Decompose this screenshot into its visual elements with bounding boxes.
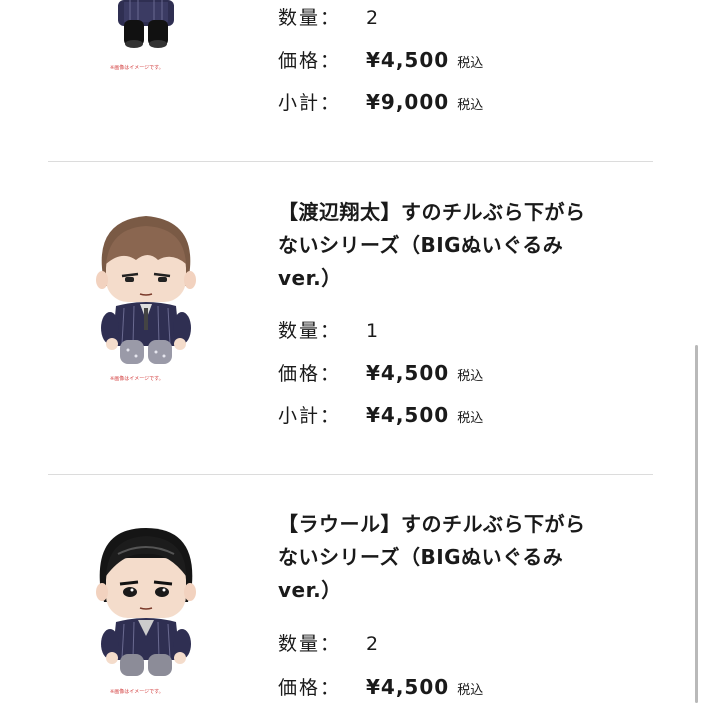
- price-row: 価格： ¥4,500 税込: [278, 48, 483, 76]
- product-title-line: ver.）: [278, 266, 342, 290]
- product-image[interactable]: [88, 524, 204, 682]
- quantity-value: 1: [366, 320, 379, 342]
- product-title[interactable]: 【ラウール】すのチルぶら下がら ないシリーズ（BIGぬいぐるみ ver.）: [278, 508, 658, 607]
- price-value: ¥4,500: [366, 675, 450, 699]
- quantity-label: 数量：: [278, 633, 342, 655]
- quantity-value: 2: [366, 7, 379, 29]
- item-divider: [48, 161, 653, 162]
- tax-label: 税込: [457, 56, 484, 71]
- plush-doll-image: [118, 0, 174, 48]
- image-note: ※画像はイメージです。: [110, 689, 164, 695]
- product-title[interactable]: 【渡辺翔太】すのチルぶら下がら ないシリーズ（BIGぬいぐるみ ver.）: [278, 196, 658, 295]
- image-note: ※画像はイメージです。: [110, 65, 164, 71]
- product-image[interactable]: [88, 210, 204, 370]
- quantity-value: 2: [366, 633, 379, 655]
- price-value: ¥4,500: [366, 361, 450, 385]
- image-note: ※画像はイメージです。: [110, 376, 164, 382]
- tax-label: 税込: [457, 369, 484, 384]
- subtotal-label: 小計：: [278, 405, 342, 427]
- price-label: 価格：: [278, 677, 342, 699]
- price-label: 価格：: [278, 50, 342, 72]
- product-title-line: 【ラウール】すのチルぶら下がら: [278, 512, 586, 536]
- tax-label: 税込: [457, 98, 484, 113]
- scrollbar[interactable]: [695, 345, 698, 703]
- subtotal-value: ¥9,000: [366, 90, 450, 114]
- quantity-row: 数量： 2: [278, 632, 378, 656]
- price-value: ¥4,500: [366, 48, 450, 72]
- price-row: 価格： ¥4,500 税込: [278, 361, 483, 389]
- subtotal-label: 小計：: [278, 92, 342, 114]
- quantity-row: 数量： 2: [278, 6, 378, 30]
- product-title-line: 【渡辺翔太】すのチルぶら下がら: [278, 200, 586, 224]
- product-title-line: ないシリーズ（BIGぬいぐるみ: [278, 233, 564, 257]
- tax-label: 税込: [457, 683, 484, 698]
- plush-doll-image: [96, 528, 196, 676]
- tax-label: 税込: [457, 411, 484, 426]
- price-row: 価格： ¥4,500 税込: [278, 675, 483, 703]
- item-divider: [48, 474, 653, 475]
- subtotal-row: 小計： ¥9,000 税込: [278, 90, 483, 118]
- subtotal-value: ¥4,500: [366, 403, 450, 427]
- product-title-line: ないシリーズ（BIGぬいぐるみ: [278, 545, 564, 569]
- product-image[interactable]: [88, 0, 204, 52]
- quantity-label: 数量：: [278, 320, 342, 342]
- product-title-line: ver.）: [278, 578, 342, 602]
- quantity-label: 数量：: [278, 7, 342, 29]
- plush-doll-image: [96, 216, 196, 364]
- subtotal-row: 小計： ¥4,500 税込: [278, 403, 483, 431]
- quantity-row: 数量： 1: [278, 319, 378, 343]
- price-label: 価格：: [278, 363, 342, 385]
